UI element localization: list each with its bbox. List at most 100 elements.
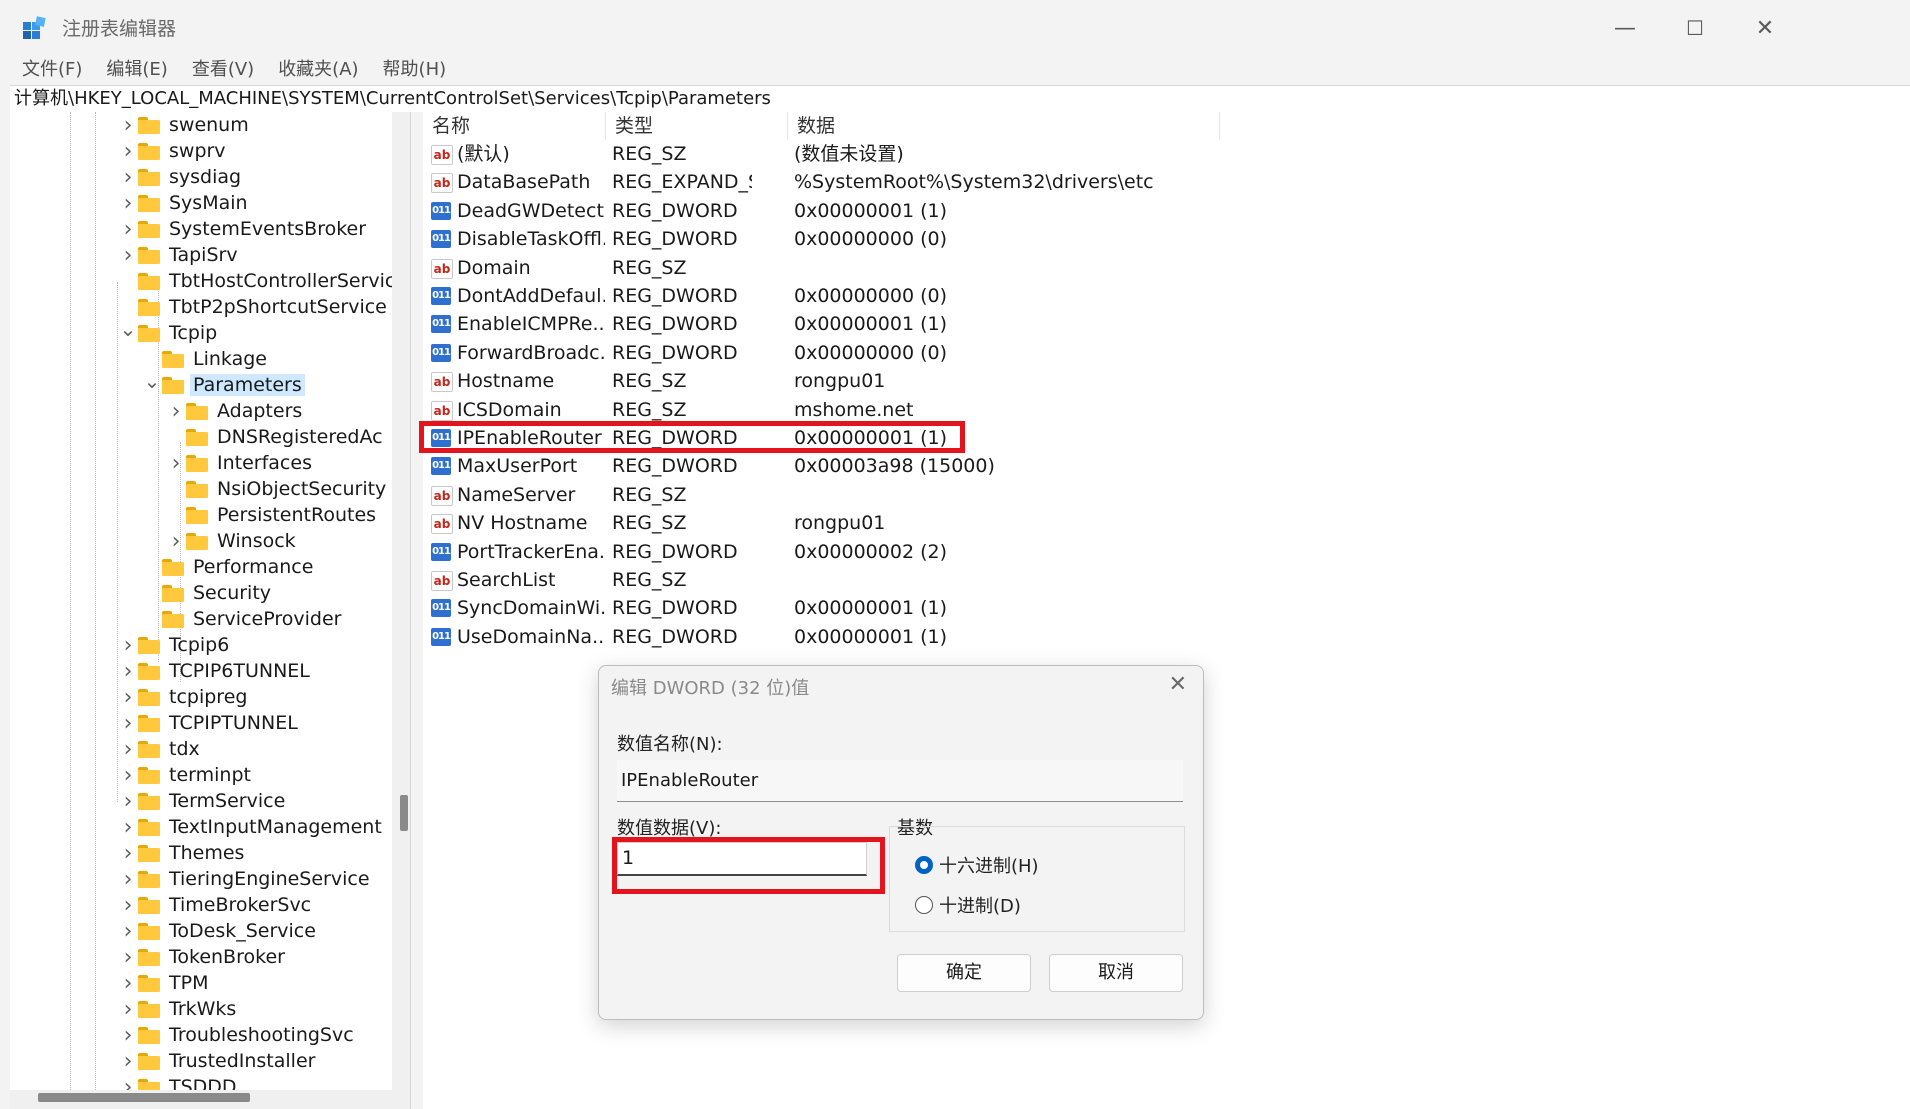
tree-item[interactable]: › sysdiag bbox=[118, 164, 244, 190]
menu-help[interactable]: 帮助(H) bbox=[371, 55, 459, 85]
chevron-right-icon[interactable]: › bbox=[118, 762, 138, 788]
registry-value-row[interactable]: 011 PortTrackerEna... REG_DWORD 0x00000002 … bbox=[423, 538, 1423, 566]
chevron-right-icon[interactable]: › bbox=[118, 632, 138, 658]
tree-item[interactable]: › swenum bbox=[118, 112, 252, 138]
tree-item[interactable]: › TrkWks bbox=[118, 996, 239, 1022]
registry-value-row[interactable]: ab ICSDomain REG_SZ mshome.net bbox=[423, 396, 1423, 424]
tree-item[interactable]: › SysMain bbox=[118, 190, 251, 216]
tree-item[interactable]: NsiObjectSecurity bbox=[166, 476, 389, 502]
tree-item[interactable]: ⌄ Tcpip bbox=[118, 317, 220, 346]
tree-item[interactable]: › TCPIP6TUNNEL bbox=[118, 658, 313, 684]
tree-item[interactable]: DNSRegisteredAc bbox=[166, 424, 386, 450]
tree-item[interactable]: › Themes bbox=[118, 840, 247, 866]
chevron-right-icon[interactable]: › bbox=[166, 398, 186, 424]
radio-hexadecimal[interactable]: 十六进制(H) bbox=[915, 852, 1039, 878]
chevron-right-icon[interactable]: › bbox=[118, 164, 138, 190]
chevron-right-icon[interactable]: › bbox=[118, 1048, 138, 1074]
tree-item[interactable]: › TrustedInstaller bbox=[118, 1048, 318, 1074]
registry-value-row[interactable]: 011 DontAddDefaul... REG_DWORD 0x00000000 (… bbox=[423, 282, 1423, 310]
tree-item[interactable]: › TCPIPTUNNEL bbox=[118, 710, 301, 736]
chevron-right-icon[interactable]: › bbox=[118, 190, 138, 216]
menu-file[interactable]: 文件(F) bbox=[10, 55, 94, 85]
registry-value-row[interactable]: ab Hostname REG_SZ rongpu01 bbox=[423, 367, 1423, 395]
chevron-right-icon[interactable]: › bbox=[118, 1022, 138, 1048]
chevron-right-icon[interactable]: › bbox=[118, 944, 138, 970]
column-header-name[interactable]: 名称 bbox=[423, 112, 606, 140]
chevron-right-icon[interactable]: › bbox=[118, 996, 138, 1022]
chevron-right-icon[interactable]: › bbox=[118, 138, 138, 164]
tree-item[interactable]: › TimeBrokerSvc bbox=[118, 892, 314, 918]
tree-item[interactable]: › terminpt bbox=[118, 762, 254, 788]
tree-item[interactable]: TbtP2pShortcutService bbox=[118, 294, 390, 320]
registry-value-row[interactable]: 011 ForwardBroadc... REG_DWORD 0x00000000 (… bbox=[423, 339, 1423, 367]
tree-item[interactable]: › TieringEngineService bbox=[118, 866, 373, 892]
chevron-right-icon[interactable]: › bbox=[118, 892, 138, 918]
chevron-right-icon[interactable]: › bbox=[118, 970, 138, 996]
chevron-right-icon[interactable]: › bbox=[118, 788, 138, 814]
column-header-data[interactable]: 数据 bbox=[788, 112, 1220, 140]
tree-scroll-thumb[interactable] bbox=[400, 795, 408, 831]
chevron-right-icon[interactable]: › bbox=[118, 112, 138, 138]
registry-value-row[interactable]: 011 EnableICMPRe... REG_DWORD 0x00000001 (1… bbox=[423, 310, 1423, 338]
registry-value-row[interactable]: 011 UseDomainNa... REG_DWORD 0x00000001 (1) bbox=[423, 623, 1423, 651]
tree-hscroll-thumb[interactable] bbox=[38, 1093, 250, 1102]
tree-item[interactable]: › ToDesk_Service bbox=[118, 918, 319, 944]
ok-button[interactable]: 确定 bbox=[897, 954, 1031, 992]
tree-item[interactable]: › Tcpip6 bbox=[118, 632, 232, 658]
registry-value-row[interactable]: 011 DeadGWDetect... REG_DWORD 0x00000001 (1… bbox=[423, 197, 1423, 225]
registry-value-row[interactable]: 011 DisableTaskOffl... REG_DWORD 0x00000000… bbox=[423, 225, 1423, 253]
chevron-right-icon[interactable]: › bbox=[118, 710, 138, 736]
tree-item[interactable]: ⌄ Parameters bbox=[142, 369, 305, 398]
tree-item[interactable]: › swprv bbox=[118, 138, 229, 164]
key-tree[interactable]: › swenum › swprv › sysdiag › SysMain › SystemEven… bbox=[10, 112, 410, 1109]
close-button[interactable]: ✕ bbox=[1735, 10, 1795, 46]
registry-value-row[interactable]: ab NV Hostname REG_SZ rongpu01 bbox=[423, 509, 1423, 537]
tree-item[interactable]: › Winsock bbox=[166, 528, 299, 554]
pane-splitter[interactable] bbox=[410, 112, 424, 1109]
tree-item[interactable]: › TroubleshootingSvc bbox=[118, 1022, 357, 1048]
maximize-button[interactable]: ☐ bbox=[1665, 10, 1725, 46]
tree-item[interactable]: › TokenBroker bbox=[118, 944, 288, 970]
registry-value-row[interactable]: ab (默认) REG_SZ (数值未设置) bbox=[423, 140, 1423, 168]
tree-item[interactable]: TbtHostControllerServic bbox=[118, 268, 398, 294]
menu-edit[interactable]: 编辑(E) bbox=[94, 55, 179, 85]
tree-item[interactable]: › tdx bbox=[118, 736, 203, 762]
tree-item[interactable]: › tcpipreg bbox=[118, 684, 250, 710]
registry-value-row[interactable]: ab Domain REG_SZ bbox=[423, 254, 1423, 282]
tree-item[interactable]: Security bbox=[142, 580, 274, 606]
tree-item[interactable]: › SystemEventsBroker bbox=[118, 216, 369, 242]
cancel-button[interactable]: 取消 bbox=[1049, 954, 1183, 992]
tree-item[interactable]: Performance bbox=[142, 554, 316, 580]
chevron-right-icon[interactable]: › bbox=[118, 840, 138, 866]
tree-item[interactable]: › TextInputManagement bbox=[118, 814, 385, 840]
chevron-right-icon[interactable]: › bbox=[118, 216, 138, 242]
chevron-right-icon[interactable]: › bbox=[118, 242, 138, 268]
tree-item[interactable]: ServiceProvider bbox=[142, 606, 344, 632]
dialog-close-icon[interactable]: ✕ bbox=[1169, 672, 1187, 697]
minimize-button[interactable]: — bbox=[1595, 10, 1655, 46]
chevron-right-icon[interactable]: › bbox=[118, 814, 138, 840]
tree-item[interactable]: › Interfaces bbox=[166, 450, 315, 476]
chevron-right-icon[interactable]: › bbox=[118, 684, 138, 710]
chevron-down-icon[interactable]: ⌄ bbox=[142, 368, 162, 394]
tree-vertical-scrollbar[interactable] bbox=[392, 112, 410, 1109]
column-header-type[interactable]: 类型 bbox=[606, 112, 788, 140]
chevron-right-icon[interactable]: › bbox=[118, 658, 138, 684]
chevron-right-icon[interactable]: › bbox=[118, 918, 138, 944]
address-bar[interactable]: 计算机\HKEY_LOCAL_MACHINE\SYSTEM\CurrentCon… bbox=[10, 85, 1910, 113]
menu-view[interactable]: 查看(V) bbox=[180, 55, 266, 85]
radio-decimal[interactable]: 十进制(D) bbox=[915, 892, 1021, 918]
tree-item[interactable]: › Adapters bbox=[166, 398, 305, 424]
chevron-right-icon[interactable]: › bbox=[166, 528, 186, 554]
chevron-right-icon[interactable]: › bbox=[118, 866, 138, 892]
chevron-down-icon[interactable]: ⌄ bbox=[118, 316, 138, 342]
tree-item[interactable]: › TermService bbox=[118, 788, 288, 814]
registry-value-row[interactable]: 011 MaxUserPort REG_DWORD 0x00003a98 (15000… bbox=[423, 452, 1423, 480]
registry-value-row[interactable]: ab NameServer REG_SZ bbox=[423, 481, 1423, 509]
registry-value-row[interactable]: 011 SyncDomainWi... REG_DWORD 0x00000001 (1… bbox=[423, 594, 1423, 622]
tree-item[interactable]: PersistentRoutes bbox=[166, 502, 379, 528]
registry-value-row[interactable]: abDataBasePath REG_EXPAND_SZ %SystemRoot%\… bbox=[423, 168, 1423, 196]
tree-item[interactable]: › TapiSrv bbox=[118, 242, 241, 268]
chevron-right-icon[interactable]: › bbox=[166, 450, 186, 476]
tree-item[interactable]: › TPM bbox=[118, 970, 211, 996]
